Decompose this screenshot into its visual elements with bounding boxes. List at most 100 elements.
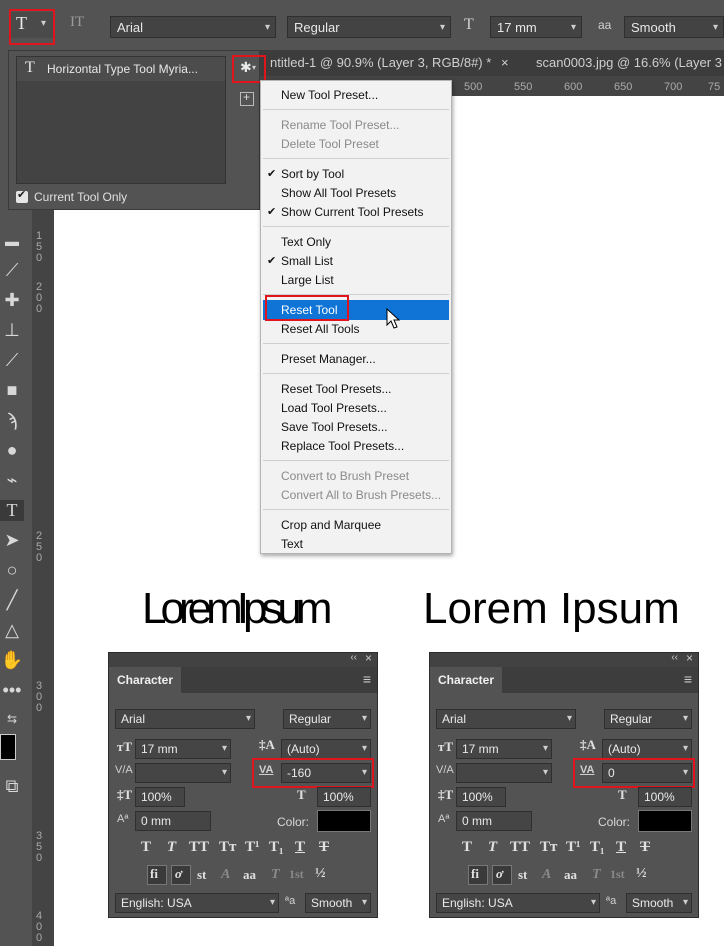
menu-item-preset-manager[interactable]: Preset Manager... <box>281 352 376 366</box>
pen-icon[interactable]: ⌁ <box>0 470 24 491</box>
menu-item-text-only[interactable]: Text Only <box>281 235 331 249</box>
ligatures-button[interactable]: fi <box>468 865 488 885</box>
baseline-shift-field[interactable]: 0 mm <box>456 811 532 831</box>
language-select[interactable]: English: USA ▾ <box>115 893 279 913</box>
collapse-icon[interactable]: ‹‹ <box>671 652 678 663</box>
subscript-icon[interactable]: T₁ <box>590 839 605 856</box>
menu-item-replace-tool-presets[interactable]: Replace Tool Presets... <box>281 439 404 453</box>
small-caps-icon[interactable]: Tт <box>540 839 557 856</box>
gradient-icon[interactable]: ■ <box>0 380 24 401</box>
screen-mode-icon[interactable]: ⧉ <box>0 776 24 797</box>
baseline-shift-field[interactable]: 0 mm <box>135 811 211 831</box>
panel-menu-icon[interactable]: ≡ <box>684 671 692 687</box>
stylistic-alternates-icon[interactable]: aa <box>564 867 577 883</box>
swap-colors-icon[interactable]: ⇆ <box>0 712 24 726</box>
collapse-icon[interactable]: ‹‹ <box>350 652 357 663</box>
faux-italic-icon[interactable]: T <box>488 839 497 856</box>
superscript-icon[interactable]: T¹ <box>566 839 581 856</box>
underline-icon[interactable]: T <box>616 839 626 856</box>
antialias-select[interactable]: Smooth ▾ <box>624 16 724 38</box>
horizontal-scale-field[interactable]: 100% <box>317 787 371 807</box>
current-tool-only-checkbox[interactable]: ✔ <box>16 189 28 203</box>
tab-scan0003[interactable]: scan0003.jpg @ 16.6% (Layer 3 <box>536 50 724 76</box>
old-style-icon[interactable]: st <box>518 867 527 883</box>
menu-item-reset-tool-presets[interactable]: Reset Tool Presets... <box>281 382 392 396</box>
eyedropper-icon[interactable]: ⟋ <box>0 260 24 281</box>
menu-item-show-all-tool-presets[interactable]: Show All Tool Presets <box>281 186 396 200</box>
faux-bold-icon[interactable]: T <box>141 839 151 856</box>
font-family-select[interactable]: Arial ▾ <box>110 16 276 38</box>
strikethrough-icon[interactable]: T <box>640 839 650 856</box>
font-style-select[interactable]: Regular ▾ <box>287 16 451 38</box>
menu-item-show-current-tool-presets[interactable]: Show Current Tool Presets <box>281 205 424 219</box>
text-color-swatch[interactable] <box>317 810 371 832</box>
tab-untitled-1[interactable]: ntitled-1 @ 90.9% (Layer 3, RGB/8#) * × <box>270 50 520 76</box>
panel-menu-icon[interactable]: ≡ <box>363 671 371 687</box>
font-size-field[interactable]: 17 mm ▾ <box>135 739 231 759</box>
new-preset-button[interactable]: + <box>240 90 254 106</box>
type-tool-icon[interactable]: T <box>0 500 24 521</box>
all-caps-icon[interactable]: TT <box>510 839 530 856</box>
close-icon[interactable]: × <box>501 55 509 70</box>
menu-item-crop-and-marquee[interactable]: Crop and Marquee <box>281 518 381 532</box>
all-caps-icon[interactable]: TT <box>189 839 209 856</box>
healing-brush-icon[interactable]: ✚ <box>0 290 24 311</box>
font-family-select[interactable]: Arial ▾ <box>436 709 576 729</box>
hand-icon[interactable]: ✋ <box>0 650 24 671</box>
menu-item-new-tool-preset[interactable]: New Tool Preset... <box>281 88 378 102</box>
leading-field[interactable]: (Auto) ▾ <box>281 739 371 759</box>
faux-italic-icon[interactable]: T <box>167 839 176 856</box>
smudge-icon[interactable]: ϡ <box>0 410 24 431</box>
fractions-icon[interactable]: ½ <box>315 866 326 882</box>
close-icon[interactable]: × <box>365 651 372 665</box>
more-tools-icon[interactable]: ••• <box>0 680 24 701</box>
font-family-select[interactable]: Arial ▾ <box>115 709 255 729</box>
list-item[interactable]: T Horizontal Type Tool Myria... <box>17 57 225 81</box>
stylistic-alternates-icon[interactable]: aa <box>243 867 256 883</box>
discretionary-ligatures-button[interactable]: ơ <box>171 865 191 885</box>
menu-item-save-tool-presets[interactable]: Save Tool Presets... <box>281 420 388 434</box>
antialias-select[interactable]: Smooth ▾ <box>305 893 371 913</box>
text-orientation-toggle[interactable]: IT <box>70 14 96 36</box>
small-caps-icon[interactable]: Tт <box>219 839 236 856</box>
vertical-scale-field[interactable]: 100% <box>135 787 185 807</box>
ligatures-button[interactable]: fi <box>147 865 167 885</box>
font-style-select[interactable]: Regular ▾ <box>604 709 692 729</box>
tab-character[interactable]: Character <box>430 667 502 693</box>
menu-item-small-list[interactable]: Small List <box>281 254 333 268</box>
tab-character[interactable]: Character <box>109 667 181 693</box>
text-color-swatch[interactable] <box>638 810 692 832</box>
old-style-icon[interactable]: st <box>197 867 206 883</box>
ruler-tool-icon[interactable]: ▬ <box>0 233 24 249</box>
superscript-icon[interactable]: T¹ <box>245 839 260 856</box>
vertical-scale-field[interactable]: 100% <box>456 787 506 807</box>
menu-item-text[interactable]: Text <box>281 537 303 551</box>
foreground-color-swatch[interactable] <box>0 734 16 760</box>
strikethrough-icon[interactable]: T <box>319 839 329 856</box>
subscript-icon[interactable]: T₁ <box>269 839 284 856</box>
font-size-field[interactable]: 17 mm ▾ <box>456 739 552 759</box>
font-style-select[interactable]: Regular ▾ <box>283 709 371 729</box>
language-select[interactable]: English: USA ▾ <box>436 893 600 913</box>
kerning-field[interactable]: ▾ <box>456 763 552 783</box>
leading-field[interactable]: (Auto) ▾ <box>602 739 692 759</box>
brush-icon[interactable]: ⟋ <box>0 350 24 371</box>
menu-item-large-list[interactable]: Large List <box>281 273 334 287</box>
menu-item-reset-all-tools[interactable]: Reset All Tools <box>281 322 360 336</box>
font-size-select[interactable]: 17 mm ▾ <box>490 16 582 38</box>
horizontal-scale-field[interactable]: 100% <box>638 787 692 807</box>
dodge-icon[interactable]: ● <box>0 440 24 461</box>
faux-bold-icon[interactable]: T <box>462 839 472 856</box>
discretionary-ligatures-button[interactable]: ơ <box>492 865 512 885</box>
stamp-icon[interactable]: ⊥ <box>0 320 24 341</box>
underline-icon[interactable]: T <box>295 839 305 856</box>
line-icon[interactable]: ╱ <box>0 590 24 611</box>
kerning-field[interactable]: ▾ <box>135 763 231 783</box>
antialias-select[interactable]: Smooth ▾ <box>626 893 692 913</box>
close-icon[interactable]: × <box>686 651 693 665</box>
path-selection-icon[interactable]: ➤ <box>0 530 24 551</box>
fractions-icon[interactable]: ½ <box>636 866 647 882</box>
ellipse-icon[interactable]: ○ <box>0 560 24 581</box>
triangle-icon[interactable]: △ <box>0 620 24 641</box>
menu-item-sort-by-tool[interactable]: Sort by Tool <box>281 167 344 181</box>
